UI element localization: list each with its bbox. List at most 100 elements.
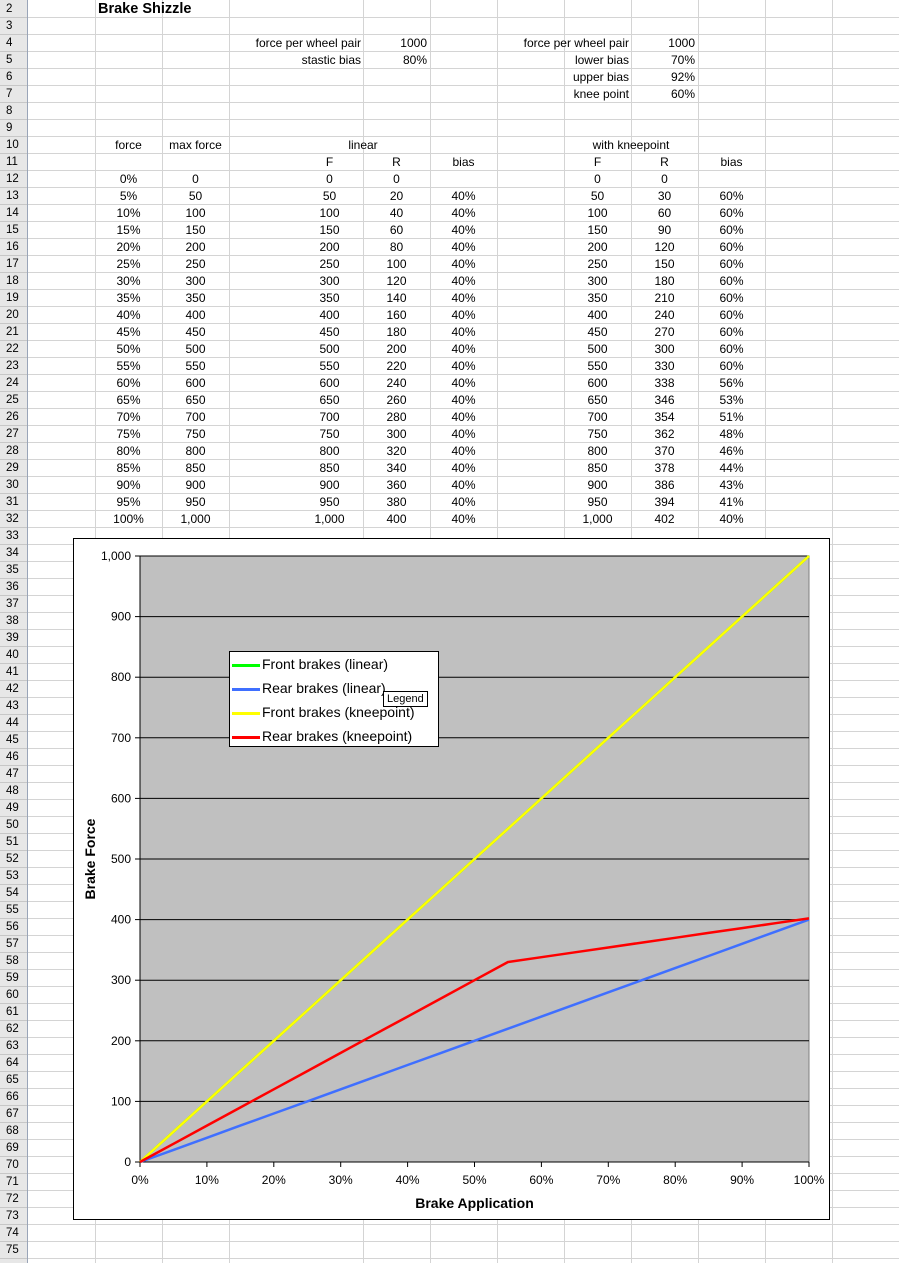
table-cell[interactable]: 300: [296, 273, 363, 290]
row-number[interactable]: 52: [0, 851, 27, 868]
table-cell[interactable]: 350: [564, 290, 631, 307]
table-cell[interactable]: 500: [564, 341, 631, 358]
table-cell[interactable]: 100: [296, 205, 363, 222]
row-number[interactable]: 51: [0, 834, 27, 851]
row-number[interactable]: 10: [0, 137, 27, 154]
table-cell[interactable]: 40%: [430, 443, 497, 460]
row-number[interactable]: 72: [0, 1191, 27, 1208]
table-cell[interactable]: 950: [162, 494, 229, 511]
table-cell[interactable]: 60%: [698, 256, 765, 273]
table-cell[interactable]: 500: [162, 341, 229, 358]
row-number[interactable]: 24: [0, 375, 27, 392]
table-cell[interactable]: 40%: [430, 341, 497, 358]
table-cell[interactable]: 40%: [430, 375, 497, 392]
row-number[interactable]: 36: [0, 579, 27, 596]
table-cell[interactable]: 350: [296, 290, 363, 307]
row-number[interactable]: 53: [0, 868, 27, 885]
table-cell[interactable]: 160: [363, 307, 430, 324]
header-knee-f[interactable]: F: [564, 154, 631, 171]
table-cell[interactable]: 1,000: [564, 511, 631, 528]
row-number[interactable]: 25: [0, 392, 27, 409]
table-cell[interactable]: 0: [564, 171, 631, 188]
table-cell[interactable]: 270: [631, 324, 698, 341]
table-cell[interactable]: 30%: [95, 273, 162, 290]
row-number[interactable]: 31: [0, 494, 27, 511]
table-cell[interactable]: 1,000: [296, 511, 363, 528]
header-knee-bias[interactable]: bias: [698, 154, 765, 171]
table-cell[interactable]: 650: [296, 392, 363, 409]
row-number[interactable]: 47: [0, 766, 27, 783]
header-force[interactable]: force: [95, 137, 162, 154]
row-number[interactable]: 13: [0, 188, 27, 205]
table-cell[interactable]: 250: [564, 256, 631, 273]
table-cell[interactable]: 40%: [430, 494, 497, 511]
row-number[interactable]: 37: [0, 596, 27, 613]
row-number[interactable]: 2: [0, 1, 27, 18]
table-cell[interactable]: 700: [564, 409, 631, 426]
table-cell[interactable]: 50%: [95, 341, 162, 358]
table-cell[interactable]: 240: [363, 375, 430, 392]
table-cell[interactable]: 30: [631, 188, 698, 205]
table-cell[interactable]: 20: [363, 188, 430, 205]
row-number[interactable]: 14: [0, 205, 27, 222]
row-number[interactable]: 46: [0, 749, 27, 766]
table-cell[interactable]: 40%: [430, 426, 497, 443]
table-cell[interactable]: 400: [296, 307, 363, 324]
row-number[interactable]: 8: [0, 103, 27, 120]
param-label[interactable]: knee point: [431, 86, 629, 103]
table-cell[interactable]: 950: [296, 494, 363, 511]
table-cell[interactable]: 150: [631, 256, 698, 273]
row-number[interactable]: 68: [0, 1123, 27, 1140]
row-number[interactable]: 19: [0, 290, 27, 307]
table-cell[interactable]: 60%: [698, 324, 765, 341]
row-number[interactable]: 56: [0, 919, 27, 936]
row-number[interactable]: 21: [0, 324, 27, 341]
row-number[interactable]: 74: [0, 1225, 27, 1242]
table-cell[interactable]: 50: [162, 188, 229, 205]
table-cell[interactable]: 40%: [430, 392, 497, 409]
table-cell[interactable]: 380: [363, 494, 430, 511]
table-cell[interactable]: 75%: [95, 426, 162, 443]
row-number[interactable]: 34: [0, 545, 27, 562]
table-cell[interactable]: 85%: [95, 460, 162, 477]
table-cell[interactable]: 60%: [698, 188, 765, 205]
row-number[interactable]: 20: [0, 307, 27, 324]
param-value[interactable]: 1000: [363, 35, 427, 52]
row-headers[interactable]: 2 3 4 5 6 7 8 9 10 11 12 13 14 15 16 17 18 19 20 21 22 23 24 25…: [0, 0, 28, 1263]
table-cell[interactable]: 1,000: [162, 511, 229, 528]
table-cell[interactable]: 60: [363, 222, 430, 239]
row-number[interactable]: 60: [0, 987, 27, 1004]
table-cell[interactable]: 20%: [95, 239, 162, 256]
row-number[interactable]: 32: [0, 511, 27, 528]
table-cell[interactable]: 800: [296, 443, 363, 460]
table-cell[interactable]: 900: [296, 477, 363, 494]
table-cell[interactable]: 400: [162, 307, 229, 324]
row-number[interactable]: 64: [0, 1055, 27, 1072]
table-cell[interactable]: 40%: [430, 256, 497, 273]
table-cell[interactable]: 40%: [95, 307, 162, 324]
table-cell[interactable]: 150: [162, 222, 229, 239]
table-cell[interactable]: 370: [631, 443, 698, 460]
row-number[interactable]: 11: [0, 154, 27, 171]
row-number[interactable]: 3: [0, 18, 27, 35]
table-cell[interactable]: 800: [564, 443, 631, 460]
table-cell[interactable]: 300: [363, 426, 430, 443]
row-number[interactable]: 12: [0, 171, 27, 188]
table-cell[interactable]: 60%: [95, 375, 162, 392]
table-cell[interactable]: 800: [162, 443, 229, 460]
row-number[interactable]: 54: [0, 885, 27, 902]
table-cell[interactable]: 350: [162, 290, 229, 307]
table-cell[interactable]: 40%: [430, 222, 497, 239]
table-cell[interactable]: 40%: [430, 460, 497, 477]
table-cell[interactable]: 10%: [95, 205, 162, 222]
table-cell[interactable]: 850: [162, 460, 229, 477]
table-cell[interactable]: 240: [631, 307, 698, 324]
row-number[interactable]: 69: [0, 1140, 27, 1157]
table-cell[interactable]: 750: [564, 426, 631, 443]
table-cell[interactable]: 100: [162, 205, 229, 222]
table-cell[interactable]: 700: [162, 409, 229, 426]
row-number[interactable]: 65: [0, 1072, 27, 1089]
row-number[interactable]: 41: [0, 664, 27, 681]
table-cell[interactable]: 40%: [430, 358, 497, 375]
row-number[interactable]: 61: [0, 1004, 27, 1021]
